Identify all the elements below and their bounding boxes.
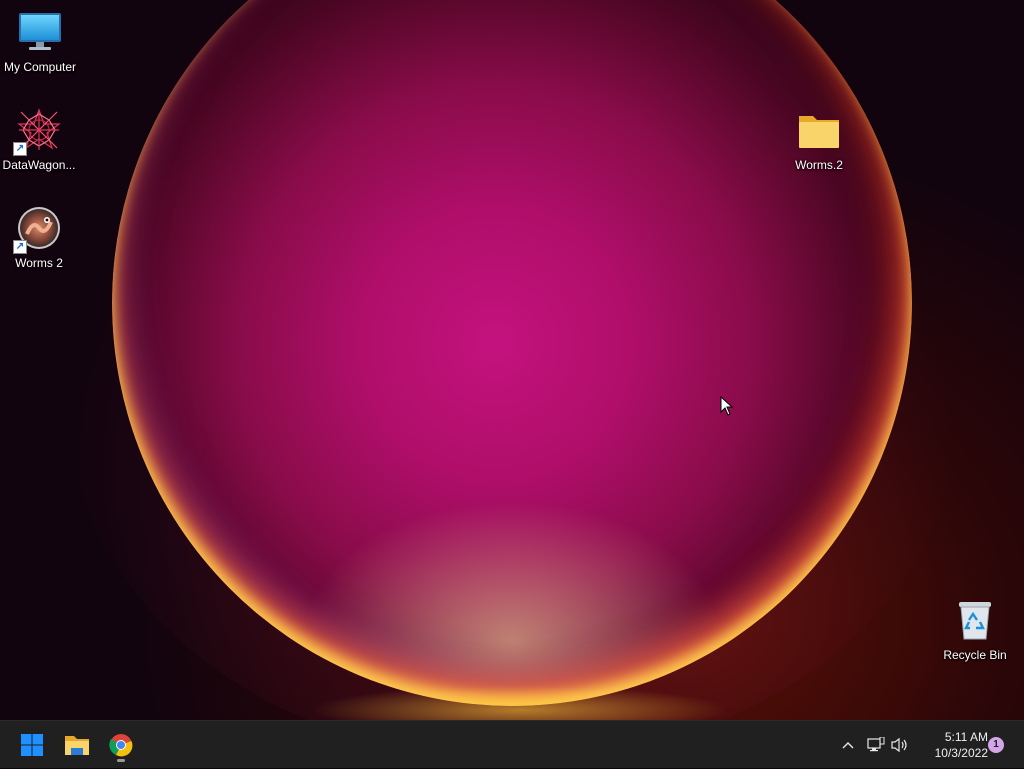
start-button[interactable] [12, 725, 52, 765]
shortcut-arrow-icon: ↗ [13, 142, 27, 156]
desktop-icon-label: DataWagon... [2, 158, 76, 172]
network-button[interactable] [864, 721, 888, 769]
taskbar-clock[interactable]: 5:11 AM 10/3/2022 [912, 729, 988, 761]
datawagon-app-icon: ↗ [13, 108, 61, 156]
recycle-bin-icon [953, 598, 997, 642]
desktop-icon-my-computer[interactable]: My Computer [0, 4, 80, 74]
file-explorer-button[interactable] [57, 725, 97, 765]
file-explorer-icon [65, 736, 89, 755]
clock-time: 5:11 AM [944, 730, 988, 744]
desktop-wallpaper [0, 0, 1024, 720]
desktop-icon-label: Worms.2 [795, 158, 843, 172]
network-icon [867, 737, 885, 752]
volume-icon [891, 737, 907, 753]
chrome-button[interactable] [101, 725, 141, 765]
worms2-app-icon: ↗ [13, 206, 61, 254]
show-hidden-icons-button[interactable] [836, 721, 860, 769]
desktop-icon-label: Recycle Bin [943, 648, 1007, 662]
wallpaper-floor-glow [0, 680, 1024, 720]
folder-icon [797, 108, 841, 152]
shortcut-arrow-icon: ↗ [13, 240, 27, 254]
clock-date: 10/3/2022 [934, 746, 988, 760]
chevron-up-icon [842, 742, 854, 749]
running-indicator [117, 759, 125, 762]
taskbar: 5:11 AM 10/3/2022 [0, 720, 1024, 768]
desktop-icon-label: Worms 2 [15, 256, 63, 270]
desktop-icon-worms-2[interactable]: ↗ Worms 2 [0, 200, 79, 270]
windows-start-icon [21, 734, 43, 756]
volume-button[interactable] [888, 721, 912, 769]
desktop-icon-label: My Computer [3, 60, 77, 74]
mouse-cursor-icon [720, 395, 734, 421]
chrome-icon [109, 734, 133, 757]
desktop-icon-recycle-bin[interactable]: Recycle Bin [935, 592, 1015, 662]
notification-badge[interactable]: 1 [988, 737, 1004, 753]
desktop-icon-datawagon[interactable]: ↗ DataWagon... [0, 102, 79, 172]
desktop-icon-worms-2-folder[interactable]: Worms.2 [779, 102, 859, 172]
monitor-icon [18, 10, 62, 54]
